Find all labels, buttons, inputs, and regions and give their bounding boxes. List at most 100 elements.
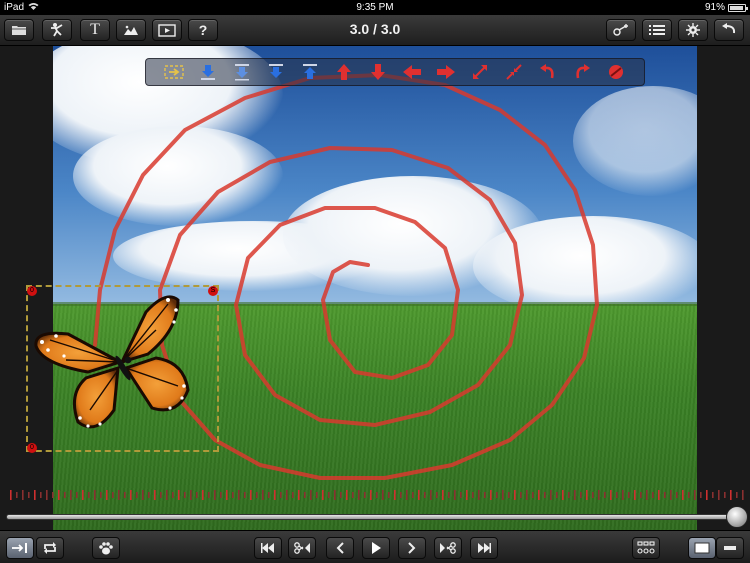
preview-button[interactable] [152,19,182,41]
frames-overview-button[interactable] [632,537,660,559]
timeline-tick [694,490,696,500]
help-button[interactable]: ? [188,19,218,41]
move-down-double-button[interactable] [262,61,290,83]
play-button[interactable] [362,537,390,559]
timeline-tick [178,490,180,500]
loop-icon [44,542,56,554]
timeline-tick [580,492,582,498]
timeline-tick [76,492,78,498]
rect-large-icon [694,542,710,554]
text-button[interactable]: T [80,19,110,41]
timeline-tick [316,492,318,498]
timeline-tick [16,492,18,498]
settings-button[interactable] [678,19,708,41]
step-forward-button[interactable] [398,537,426,559]
play-icon [372,542,381,554]
edit-path-button[interactable] [606,19,636,41]
timeline-tick [622,490,624,500]
timeline-tick [730,490,732,500]
arrow-up-bar-icon [303,64,317,79]
list-button[interactable] [642,19,672,41]
timeline-tick [406,490,408,500]
timeline-tick [124,492,126,498]
gear-bug-icon [686,23,700,37]
timeline-tick [412,492,414,498]
timeline-tick [736,492,738,498]
arrow-down-bar-alt-icon [235,64,249,81]
timeline-tick [118,490,120,500]
arrow-left-button[interactable] [398,61,426,83]
timeline-tick [520,492,522,498]
frame-step-button[interactable] [6,537,34,559]
arrow-down-button[interactable] [364,61,392,83]
timeline-tick [106,490,108,500]
loop-button[interactable] [36,537,64,559]
timeline-tick [40,492,42,498]
step-back-icon [336,542,344,554]
selection-handle-top-right[interactable]: S [208,286,218,296]
skip-to-start-button[interactable] [254,537,282,559]
paw-button[interactable] [92,537,120,559]
timeline-tick [172,492,174,498]
timeline-knob[interactable] [726,506,748,528]
selection-handle-bottom-left[interactable]: 0 [27,443,37,453]
play-screen-icon [158,23,176,37]
timeline-tick [610,490,612,500]
frames-grid-icon [637,541,655,554]
cut-forward-button[interactable] [434,537,462,559]
timeline-tick [556,492,558,498]
timeline-tick [148,492,150,498]
timeline-tick [298,490,300,500]
timeline-tick [154,490,156,500]
select-move-button[interactable] [160,61,188,83]
move-down-alt-button[interactable] [228,61,256,83]
cut-back-button[interactable] [288,537,316,559]
characters-button[interactable] [42,19,72,41]
expand-button[interactable] [466,61,494,83]
timeline-tick [562,490,564,500]
rotate-cw-button[interactable] [568,61,596,83]
list-icon [649,25,665,35]
timeline-tick [214,490,216,500]
timeline-tick [478,490,480,500]
arrow-to-bar-icon [12,543,27,553]
step-forward-icon [408,542,416,554]
timeline-tick [370,490,372,500]
view-mode-large-button[interactable] [688,537,716,559]
text-icon: T [90,21,100,38]
timeline-tick [58,490,60,500]
step-back-button[interactable] [326,537,354,559]
butterfly-sprite[interactable] [28,290,198,440]
timeline-slider[interactable] [6,514,742,520]
battery-fill [730,5,743,10]
timeline-tick [70,490,72,500]
skip-end-icon [478,543,491,553]
move-up-button[interactable] [296,61,324,83]
arrow-right-button[interactable] [432,61,460,83]
skip-start-icon [261,543,274,553]
timeline-tick [136,492,138,498]
move-down-button[interactable] [194,61,222,83]
view-mode-small-button[interactable] [716,537,744,559]
top-toolbar: T ? 3.0 / 3.0 [0,15,750,46]
timeline-tick [598,490,600,500]
timeline-tick [256,492,258,498]
arrow-up-button[interactable] [330,61,358,83]
backgrounds-button[interactable] [116,19,146,41]
timeline-tick [682,490,684,500]
rotate-ccw-button[interactable] [534,61,562,83]
folder-icon [12,26,26,35]
remove-button[interactable] [602,61,630,83]
timeline-tick [514,490,516,500]
undo-button[interactable] [714,19,744,41]
timeline-tick [376,492,378,498]
skip-to-end-button[interactable] [470,537,498,559]
timeline-tick [28,492,30,498]
timeline-tick [388,492,390,498]
timeline-tick [628,492,630,498]
shrink-button[interactable] [500,61,528,83]
rotate-cw-icon [576,64,590,79]
open-folder-button[interactable] [4,19,34,41]
timeline-tick [712,492,714,498]
rect-small-icon [724,546,736,550]
